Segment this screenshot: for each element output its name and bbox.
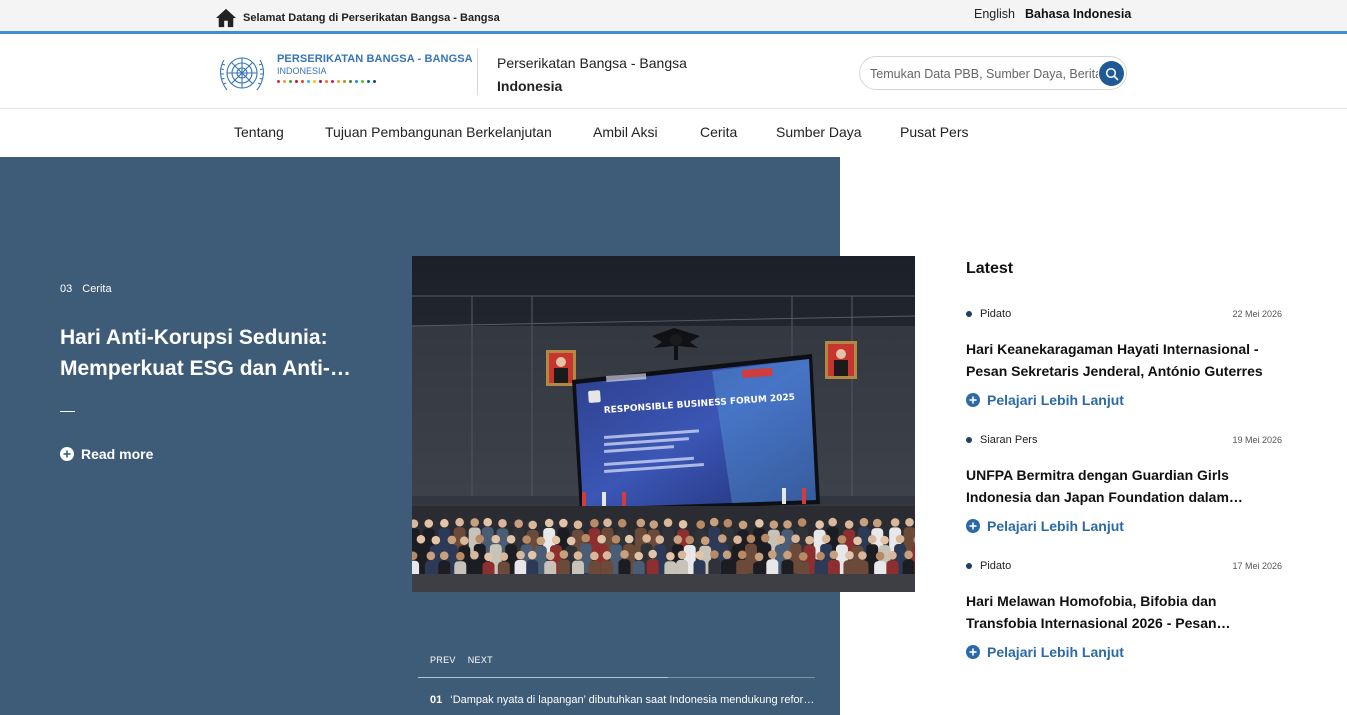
news-headline[interactable]: UNFPA Bermitra dengan Guardian Girls Ind… xyxy=(966,464,1266,508)
learn-more-label: Pelajari Lebih Lanjut xyxy=(987,518,1124,534)
bullet-icon xyxy=(966,437,972,443)
top-bar: Selamat Datang di Perserikatan Bangsa - … xyxy=(0,0,1347,34)
prev-button[interactable]: PREV xyxy=(430,655,456,665)
news-date: 22 Mei 2026 xyxy=(1232,309,1282,319)
nav-item-sdgs[interactable]: Tujuan Pembangunan Berkelanjutan xyxy=(325,124,552,140)
hero-title[interactable]: Hari Anti-Korupsi Sedunia: Memperkuat ES… xyxy=(60,322,380,384)
nav-item-ambil-aksi[interactable]: Ambil Aksi xyxy=(593,124,658,140)
news-headline[interactable]: Hari Keanekaragaman Hayati Internasional… xyxy=(966,338,1266,382)
next-story-index: 01 xyxy=(430,694,443,706)
site-title[interactable]: Perserikatan Bangsa - Bangsa Indonesia xyxy=(497,52,687,98)
language-indonesian-link[interactable]: Bahasa Indonesia xyxy=(1025,7,1131,21)
un-emblem-icon xyxy=(220,57,264,91)
home-icon[interactable] xyxy=(215,8,237,28)
nav-item-sumber-daya[interactable]: Sumber Daya xyxy=(776,124,862,140)
hero-photo[interactable]: RESPONSIBLE BUSINESS FORUM 2025 xyxy=(412,256,915,592)
welcome-message: Selamat Datang di Perserikatan Bangsa - … xyxy=(215,8,500,28)
hero-meta: 03 Cerita xyxy=(60,283,112,295)
news-category-label: Siaran Pers xyxy=(980,434,1038,446)
news-category: Pidato xyxy=(966,560,1011,572)
news-category: Pidato xyxy=(966,308,1011,320)
next-button[interactable]: NEXT xyxy=(468,655,493,665)
main-nav: Tentang Tujuan Pembangunan Berkelanjutan… xyxy=(0,109,1347,156)
carousel-pager: PREV NEXT xyxy=(430,655,493,665)
search-icon xyxy=(1105,67,1118,80)
learn-more-link[interactable]: Pelajari Lebih Lanjut xyxy=(966,518,1282,534)
logo-subtitle: INDONESIA xyxy=(277,66,327,76)
header-divider xyxy=(477,49,478,95)
news-date: 19 Mei 2026 xyxy=(1232,435,1282,445)
news-category-label: Pidato xyxy=(980,308,1012,320)
language-switcher: English Bahasa Indonesia xyxy=(974,7,1131,21)
latest-section: Latest xyxy=(966,260,1282,278)
learn-more-link[interactable]: Pelajari Lebih Lanjut xyxy=(966,392,1282,408)
bullet-icon xyxy=(966,311,972,317)
learn-more-label: Pelajari Lebih Lanjut xyxy=(987,644,1124,660)
news-item: Pidato 22 Mei 2026 Hari Keanekaragaman H… xyxy=(966,306,1282,408)
sdg-color-dots xyxy=(277,80,473,83)
news-date: 17 Mei 2026 xyxy=(1232,561,1282,571)
read-more-label: Read more xyxy=(81,446,154,462)
plus-circle-icon xyxy=(60,447,74,461)
forum-group-photo: RESPONSIBLE BUSINESS FORUM 2025 xyxy=(412,256,915,592)
site-header: PERSERIKATAN BANGSA - BANGSA INDONESIA P… xyxy=(0,37,1347,109)
search-box xyxy=(859,56,1127,90)
news-category: Siaran Pers xyxy=(966,434,1037,446)
news-item: Siaran Pers 19 Mei 2026 UNFPA Bermitra d… xyxy=(966,432,1282,534)
news-headline[interactable]: Hari Melawan Homofobia, Bifobia dan Tran… xyxy=(966,590,1266,634)
search-button[interactable] xyxy=(1099,61,1124,86)
language-english-link[interactable]: English xyxy=(974,7,1015,21)
un-logo[interactable]: PERSERIKATAN BANGSA - BANGSA INDONESIA xyxy=(215,50,473,96)
plus-circle-icon xyxy=(966,519,980,533)
nav-item-pusat-pers[interactable]: Pusat Pers xyxy=(900,124,968,140)
read-more-link[interactable]: Read more xyxy=(60,446,153,462)
learn-more-link[interactable]: Pelajari Lebih Lanjut xyxy=(966,644,1282,660)
hero-index: 03 xyxy=(60,283,73,295)
next-story-title: ‘Dampak nyata di lapangan’ dibutuhkan sa… xyxy=(450,694,815,706)
carousel-next-story[interactable]: 01 ‘Dampak nyata di lapangan’ dibutuhkan … xyxy=(430,694,815,706)
site-title-line1: Perserikatan Bangsa - Bangsa xyxy=(497,55,687,71)
nav-item-cerita[interactable]: Cerita xyxy=(700,124,737,140)
news-item: Pidato 17 Mei 2026 Hari Melawan Homofobi… xyxy=(966,558,1282,660)
plus-circle-icon xyxy=(966,645,980,659)
hero-divider xyxy=(60,411,75,412)
news-category-label: Pidato xyxy=(980,560,1012,572)
latest-heading: Latest xyxy=(966,260,1014,277)
learn-more-label: Pelajari Lebih Lanjut xyxy=(987,392,1124,408)
welcome-text: Selamat Datang di Perserikatan Bangsa - … xyxy=(243,12,500,24)
carousel-progress xyxy=(418,677,668,678)
search-input[interactable] xyxy=(870,64,1098,84)
site-title-line2: Indonesia xyxy=(497,78,563,94)
plus-circle-icon xyxy=(966,393,980,407)
logo-title: PERSERIKATAN BANGSA - BANGSA xyxy=(277,53,473,65)
nav-item-tentang[interactable]: Tentang xyxy=(234,124,284,140)
bullet-icon xyxy=(966,563,972,569)
hero-category: Cerita xyxy=(82,283,112,295)
